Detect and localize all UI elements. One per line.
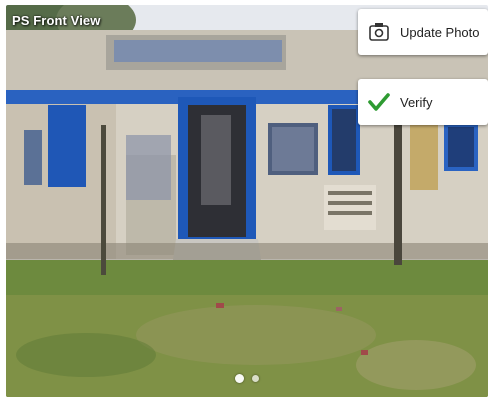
checkmark-icon <box>366 89 392 115</box>
carousel-indicators <box>6 374 488 383</box>
update-photo-label: Update Photo <box>400 24 480 40</box>
update-photo-button[interactable]: Update Photo <box>358 9 488 55</box>
verify-button[interactable]: Verify <box>358 79 488 125</box>
verify-label: Verify <box>400 94 433 110</box>
carousel-dot-2[interactable] <box>252 375 259 382</box>
carousel-dot-1[interactable] <box>235 374 244 383</box>
photo-card[interactable]: PS Front View Update Photo Verify <box>6 5 488 397</box>
photo-title: PS Front View <box>12 13 101 28</box>
school-front-photo <box>6 5 488 397</box>
camera-upload-icon <box>366 19 392 45</box>
